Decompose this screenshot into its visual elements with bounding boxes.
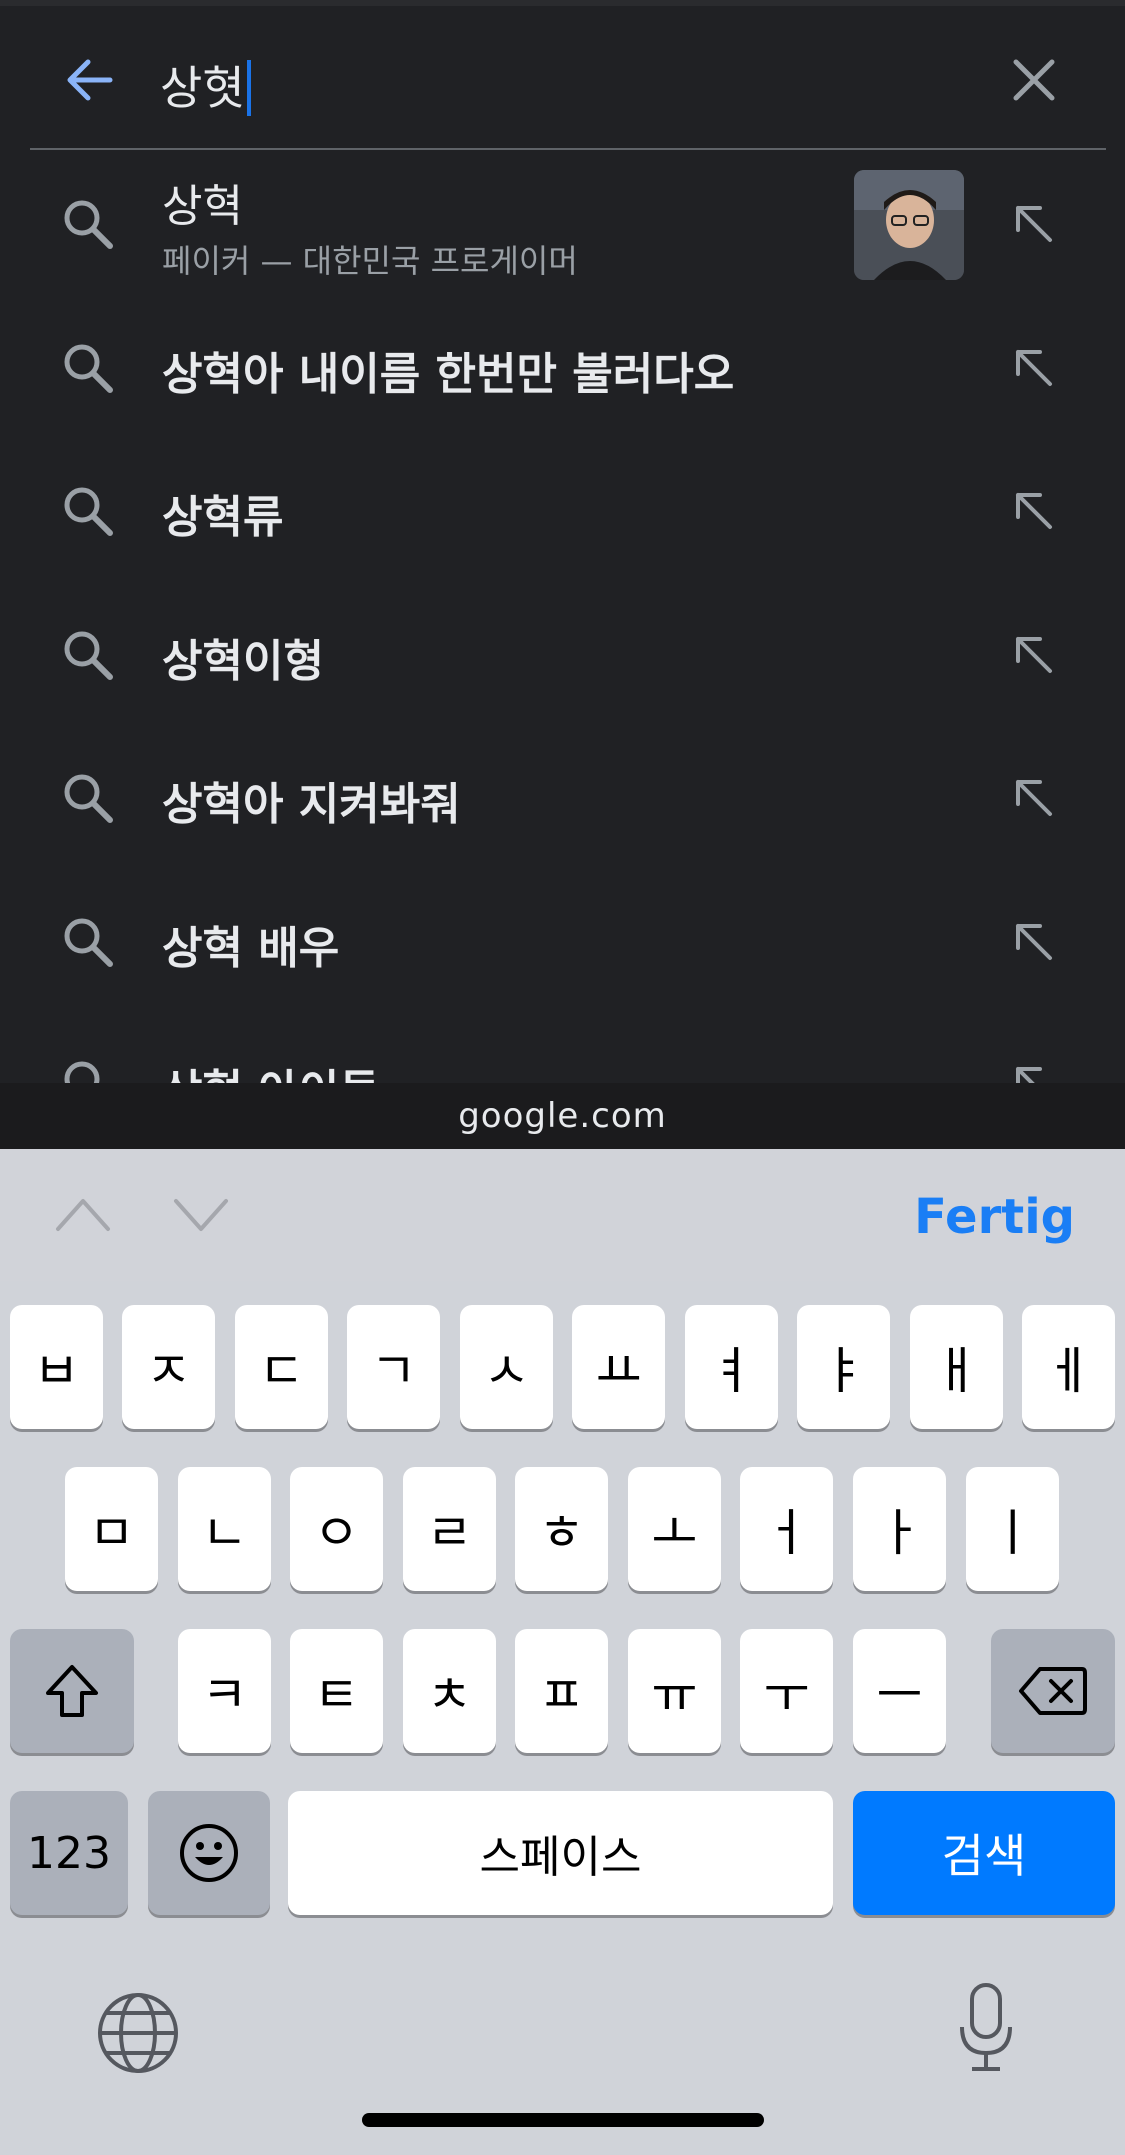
- url-text: google.com: [458, 1096, 667, 1136]
- emoji-key[interactable]: [148, 1791, 270, 1915]
- done-button[interactable]: Fertig: [914, 1189, 1075, 1245]
- backspace-key[interactable]: [991, 1629, 1115, 1753]
- key[interactable]: ㄴ: [178, 1467, 271, 1591]
- url-bar[interactable]: google.com: [0, 1083, 1125, 1149]
- suggestion-title: 상혁: [162, 181, 243, 232]
- shift-icon: [46, 1665, 98, 1717]
- key[interactable]: ㅑ: [797, 1305, 890, 1429]
- key[interactable]: ㅐ: [910, 1305, 1003, 1429]
- key[interactable]: ㅓ: [740, 1467, 833, 1591]
- text-caret: [246, 60, 251, 116]
- key[interactable]: ㅂ: [10, 1305, 103, 1429]
- space-key[interactable]: 스페이스: [288, 1791, 833, 1915]
- key[interactable]: ㅜ: [740, 1629, 833, 1753]
- fill-query-arrow-icon[interactable]: [1010, 344, 1058, 392]
- fill-query-arrow-icon[interactable]: [1010, 1061, 1058, 1083]
- search-icon: [64, 487, 113, 536]
- fill-query-arrow-icon[interactable]: [1010, 487, 1058, 535]
- globe-icon[interactable]: [96, 1991, 180, 2075]
- suggestion-list: 상혁 페이커 — 대한민국 프로게이머 상혁아 내이름 한번만 불러다오 상혁류…: [0, 150, 1125, 1083]
- keyboard: ㅂ ㅈ ㄷ ㄱ ㅅ ㅛ ㅕ ㅑ ㅐ ㅔ ㅁ ㄴ ㅇ ㄹ ㅎ ㅗ ㅓ ㅏ ㅣ ㅋ …: [0, 1281, 1125, 2155]
- search-query-text: 상혓: [160, 61, 245, 115]
- suggestion-thumbnail: [854, 170, 964, 280]
- search-bar: 상혓: [30, 20, 1106, 150]
- key[interactable]: ㄹ: [403, 1467, 496, 1591]
- fill-query-arrow-icon[interactable]: [1010, 918, 1058, 966]
- suggestion-item[interactable]: 상혁 아이돌: [0, 1011, 1125, 1083]
- backspace-icon: [1019, 1667, 1087, 1715]
- key[interactable]: ㅋ: [178, 1629, 271, 1753]
- key[interactable]: ㅎ: [515, 1467, 608, 1591]
- key[interactable]: ㅌ: [290, 1629, 383, 1753]
- back-arrow-icon[interactable]: [60, 50, 120, 110]
- suggestion-title: 상혁류: [162, 492, 284, 543]
- search-icon: [64, 774, 113, 823]
- search-icon: [64, 918, 113, 967]
- key[interactable]: ㅁ: [65, 1467, 158, 1591]
- suggestion-title: 상혁 아이돌: [162, 1055, 380, 1083]
- search-icon: [64, 1061, 100, 1083]
- search-key[interactable]: 검색: [853, 1791, 1115, 1915]
- fill-query-arrow-icon[interactable]: [1010, 774, 1058, 822]
- key[interactable]: ㅕ: [685, 1305, 778, 1429]
- search-overlay: 상혓 상혁 페이커 — 대한민국 프로게이머 상혁아 내이름 한번만 불러다오 …: [0, 0, 1125, 1083]
- key[interactable]: ㅡ: [853, 1629, 946, 1753]
- suggestion-title: 상혁 배우: [162, 922, 340, 974]
- key[interactable]: ㅣ: [966, 1467, 1059, 1591]
- search-icon: [64, 344, 113, 393]
- key[interactable]: ㄷ: [235, 1305, 328, 1429]
- suggestion-item[interactable]: 상혁이형: [0, 581, 1125, 725]
- key[interactable]: ㅊ: [403, 1629, 496, 1753]
- previous-field-chevron-up-icon[interactable]: [54, 1189, 112, 1239]
- key[interactable]: ㅍ: [515, 1629, 608, 1753]
- fill-query-arrow-icon[interactable]: [1010, 200, 1058, 248]
- emoji-icon: [180, 1824, 238, 1882]
- shift-key[interactable]: [10, 1629, 134, 1753]
- numbers-key[interactable]: 123: [10, 1791, 128, 1915]
- key[interactable]: ㅗ: [628, 1467, 721, 1591]
- key[interactable]: ㅏ: [853, 1467, 946, 1591]
- keyboard-toolbar: Fertig: [0, 1149, 1125, 1281]
- next-field-chevron-down-icon[interactable]: [172, 1189, 230, 1239]
- key[interactable]: ㅅ: [460, 1305, 553, 1429]
- search-icon: [64, 200, 113, 249]
- suggestion-item[interactable]: 상혁아 지켜봐줘: [0, 724, 1125, 868]
- suggestion-item[interactable]: 상혁 배우: [0, 868, 1125, 1012]
- clear-icon[interactable]: [1008, 54, 1060, 106]
- key[interactable]: ㄱ: [347, 1305, 440, 1429]
- key[interactable]: ㅔ: [1022, 1305, 1115, 1429]
- key[interactable]: ㅈ: [122, 1305, 215, 1429]
- top-divider: [0, 0, 1125, 6]
- fill-query-arrow-icon[interactable]: [1010, 631, 1058, 679]
- key[interactable]: ㅠ: [628, 1629, 721, 1753]
- suggestion-subtitle: 페이커 — 대한민국 프로게이머: [162, 242, 578, 280]
- key[interactable]: ㅛ: [572, 1305, 665, 1429]
- suggestion-item[interactable]: 상혁류: [0, 437, 1125, 581]
- suggestion-title: 상혁아 지켜봐줘: [162, 779, 461, 830]
- suggestion-item[interactable]: 상혁아 내이름 한번만 불러다오: [0, 294, 1125, 438]
- search-input[interactable]: 상혓: [160, 60, 251, 116]
- microphone-icon[interactable]: [956, 1981, 1016, 2077]
- search-icon: [64, 631, 113, 680]
- suggestion-item[interactable]: 상혁 페이커 — 대한민국 프로게이머: [0, 150, 1125, 294]
- home-indicator[interactable]: [362, 2113, 764, 2127]
- suggestion-title: 상혁이형: [162, 635, 324, 687]
- key[interactable]: ㅇ: [290, 1467, 383, 1591]
- suggestion-title: 상혁아 내이름 한번만 불러다오: [162, 348, 735, 400]
